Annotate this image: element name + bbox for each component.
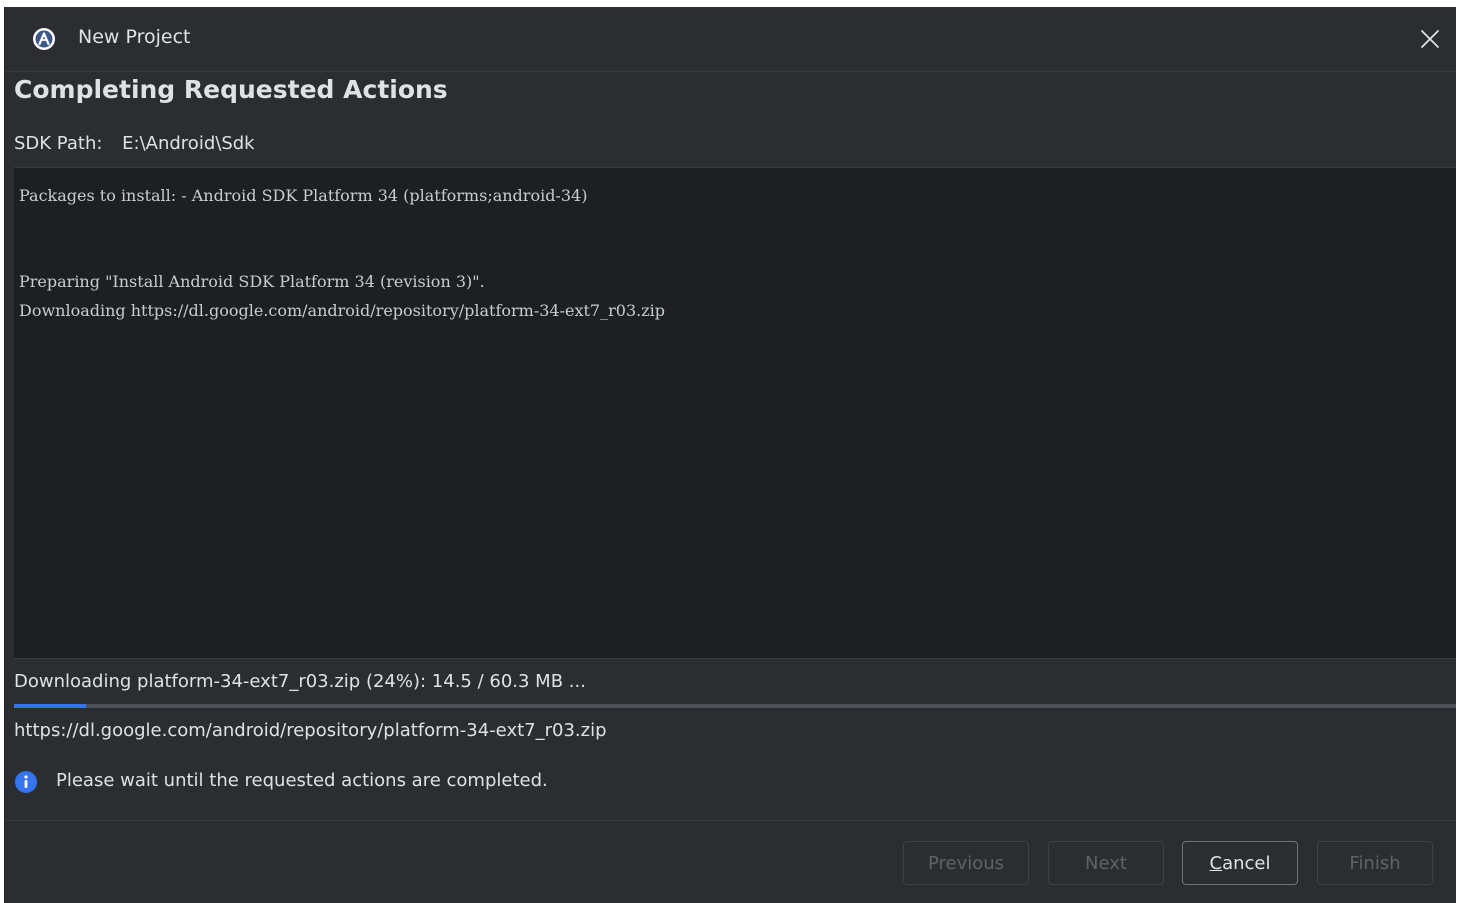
window-title: New Project [78,26,191,48]
android-studio-icon [32,27,56,51]
sdk-path-label: SDK Path: [14,133,103,154]
dialog-footer: Previous Next Cancel Finish [5,820,1456,903]
finish-button[interactable]: Finish [1317,841,1433,885]
log-line: Downloading https://dl.google.com/androi… [19,301,665,320]
install-log[interactable]: Packages to install: - Android SDK Platf… [14,167,1456,659]
download-status: Downloading platform-34-ext7_r03.zip (24… [14,671,586,692]
log-line: Packages to install: - Android SDK Platf… [19,186,588,205]
close-icon[interactable] [1414,23,1446,55]
log-line: Preparing "Install Android SDK Platform … [19,272,485,291]
info-message: Please wait until the requested actions … [56,770,548,791]
next-button[interactable]: Next [1048,841,1164,885]
new-project-dialog: New Project Completing Requested Actions… [4,7,1456,903]
progress-bar [14,704,1456,708]
progress-bar-fill [14,704,87,708]
info-icon [14,770,38,794]
cancel-button[interactable]: Cancel [1182,841,1298,885]
previous-button[interactable]: Previous [903,841,1029,885]
title-bar: New Project [5,7,1456,72]
sdk-path-value: E:\Android\Sdk [122,133,255,154]
page-title: Completing Requested Actions [14,75,448,104]
cancel-label: ancel [1222,852,1271,874]
download-url: https://dl.google.com/android/repository… [14,720,607,741]
sdk-path-row: SDK Path: E:\Android\Sdk [14,133,255,154]
cancel-mnemonic: C [1209,852,1223,874]
